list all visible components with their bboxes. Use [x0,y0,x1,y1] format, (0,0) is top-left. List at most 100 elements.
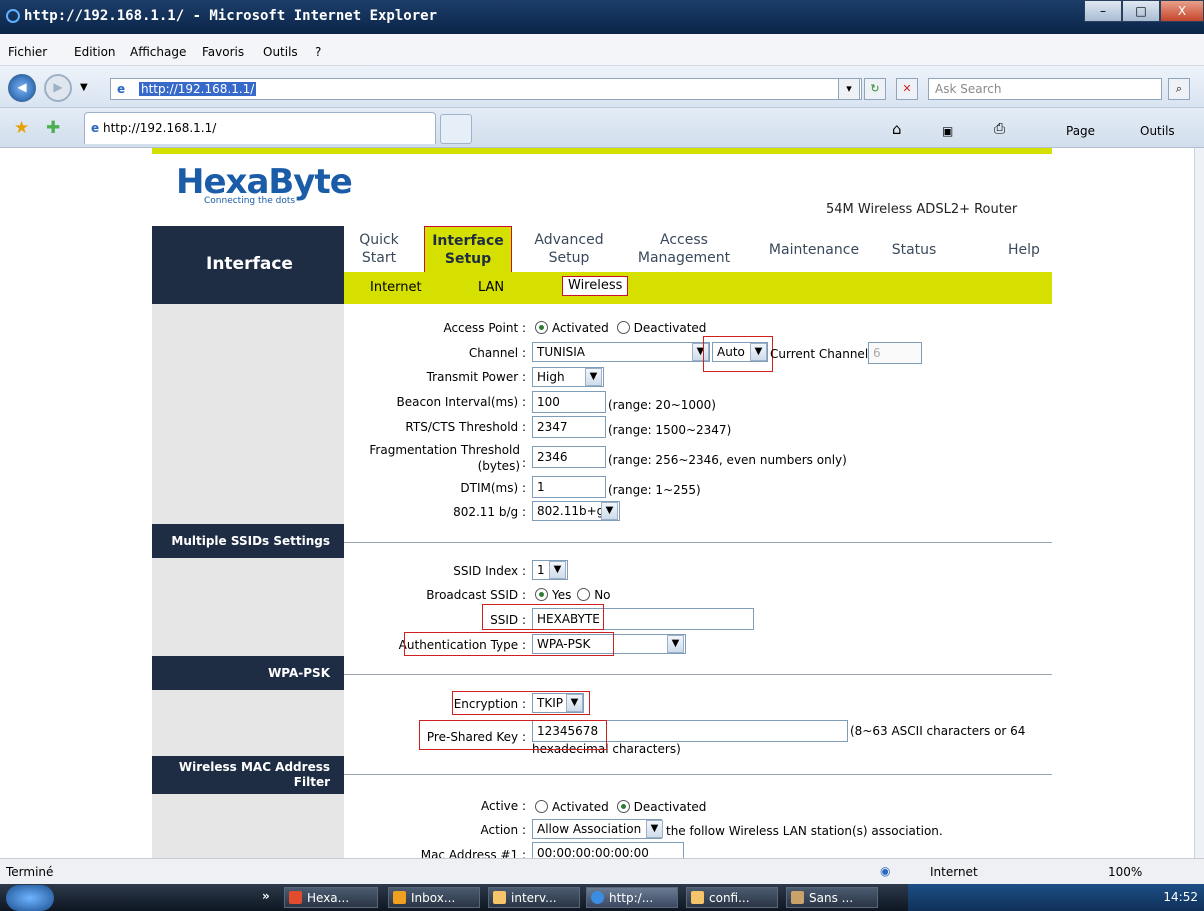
current-channel-field: 6 [868,342,922,364]
broadcast-no-radio[interactable] [577,588,591,601]
app-icon [591,891,604,904]
broadcast-yes-radio[interactable] [535,588,548,601]
highlight-channel-mode [703,336,773,372]
highlight-auth-type [404,632,614,656]
psk-hint-1: (8~63 ASCII characters or 64 [850,724,1026,738]
address-bar: ◀ ▶ ▼ e http://192.168.1.1/ ▾ ↻ ✕ Ask Se… [0,66,1204,108]
frag-input[interactable]: 2346 [532,446,606,468]
status-text: Terminé [6,865,54,879]
product-name: 54M Wireless ADSL2+ Router [826,202,1018,217]
submenu-lan[interactable]: LAN [478,280,504,295]
back-icon[interactable]: ◀ [8,74,36,102]
menu-edition[interactable]: Edition [74,45,116,59]
access-point-deactivated-radio[interactable] [616,321,630,334]
refresh-icon[interactable]: ↻ [864,78,886,100]
menu-maintenance[interactable]: Maintenance [764,241,864,259]
menu-affichage[interactable]: Affichage [130,45,186,59]
favorites-star-icon[interactable]: ★ [14,118,29,138]
menu-advanced-setup[interactable]: Advanced Setup [530,231,608,267]
divider [344,774,1052,775]
rts-label: RTS/CTS Threshold : [405,420,526,434]
chevron-down-icon[interactable]: ▼ [585,368,602,386]
taskbar-item-inbox[interactable]: Inbox... [388,887,480,908]
page-menu[interactable]: Page [1066,124,1095,138]
access-point-label: Access Point : [443,321,526,335]
taskbar-item-interv[interactable]: interv... [488,887,580,908]
access-point-activated-radio[interactable] [535,321,548,334]
taskbar-item-hexa[interactable]: Hexa... [284,887,378,908]
channel-select[interactable]: TUNISIA [532,342,710,362]
home-icon[interactable]: ⌂ [892,120,902,138]
section-title: Wireless MAC Address Filter [178,760,330,789]
app-icon [393,891,406,904]
maximize-button[interactable]: □ [1122,0,1160,22]
menu-interface-setup[interactable]: Interface Setup [424,226,512,276]
tools-menu[interactable]: Outils [1140,124,1175,138]
feeds-icon[interactable]: ▣ [942,124,953,138]
new-tab-button[interactable] [440,114,472,144]
section-mac-filter: Wireless MAC Address Filter [152,756,344,794]
page-content: HexaByte Connecting the dots 54M Wireles… [0,148,1204,858]
taskbar-item-http[interactable]: http:/... [586,887,678,908]
forward-icon[interactable]: ▶ [44,74,72,102]
top-stripe [152,148,1052,154]
menu-outils[interactable]: Outils [263,45,298,59]
vertical-scrollbar[interactable] [1194,148,1204,858]
menu-status[interactable]: Status [888,241,940,259]
chevron-down-icon[interactable]: ▼ [646,820,663,838]
chevron-down-icon[interactable]: ▼ [667,635,684,653]
minimize-button[interactable]: – [1084,0,1122,22]
menu-help[interactable]: Help [1002,241,1046,259]
quicklaunch-chevron[interactable]: » [262,889,270,903]
search-input[interactable]: Ask Search [928,78,1162,100]
menu-access-management[interactable]: Access Management [634,231,734,267]
mac-deactivated-radio[interactable] [616,800,630,813]
highlight-encryption [452,691,590,715]
section-title: WPA-PSK [268,666,330,680]
close-button[interactable]: X [1160,0,1204,22]
mac-activated-radio[interactable] [535,800,548,813]
taskbar-item-sans[interactable]: Sans ... [786,887,878,908]
clock[interactable]: 14:52 [1163,890,1198,904]
mac-action-select[interactable]: Allow Association [532,819,662,839]
frag-label-1: Fragmentation Threshold [369,443,520,457]
security-icon: ◉ [880,864,891,878]
yes-text: Yes [552,588,572,602]
menu-quick-start[interactable]: Quick Start [358,231,400,267]
sub-menu: Internet LAN Wireless [344,272,1052,304]
broadcast-radio-group: Yes No [535,588,611,602]
tab-bar: ★ ✚ e http://192.168.1.1/ ⌂ ▣ ⎙ Page Out… [0,108,1204,148]
chevron-down-icon[interactable]: ▼ [601,502,618,520]
history-dropdown-icon[interactable]: ▼ [80,82,88,93]
app-icon [791,891,804,904]
search-button[interactable]: ⌕ [1168,78,1190,100]
start-button[interactable] [6,885,54,911]
mac1-input[interactable]: 00:00:00:00:00:00 [532,842,684,858]
submenu-internet[interactable]: Internet [370,280,422,295]
tab-current[interactable]: e http://192.168.1.1/ [84,112,436,144]
logo-tagline: Connecting the dots [204,196,296,206]
menu-help[interactable]: ? [315,45,321,59]
submenu-wireless[interactable]: Wireless [562,276,629,296]
zone-text: Internet [930,865,978,879]
add-favorite-icon[interactable]: ✚ [46,118,60,138]
taskbar: » Hexa... Inbox... interv... http:/... c… [0,884,1204,911]
access-point-radio-group: Activated Deactivated [535,321,706,335]
mac-active-radio-group: Activated Deactivated [535,800,706,814]
stop-icon[interactable]: ✕ [896,78,918,100]
rts-input[interactable]: 2347 [532,416,606,438]
menu-fichier[interactable]: Fichier [8,45,47,59]
dtim-input[interactable]: 1 [532,476,606,498]
title-bar: http://192.168.1.1/ - Microsoft Internet… [0,0,1204,34]
print-icon[interactable]: ⎙ [994,121,1005,137]
zoom-level[interactable]: 100% [1108,865,1142,879]
left-nav-title: Interface [206,254,293,274]
url-input[interactable]: e http://192.168.1.1/ [110,78,862,100]
beacon-input[interactable]: 100 [532,391,606,413]
menu-favoris[interactable]: Favoris [202,45,244,59]
chevron-down-icon[interactable]: ▼ [549,561,566,579]
taskbar-item-confi[interactable]: confi... [686,887,778,908]
system-tray: 14:52 [908,884,1204,911]
beacon-range: (range: 20~1000) [608,398,716,412]
url-dropdown-icon[interactable]: ▾ [838,78,860,100]
